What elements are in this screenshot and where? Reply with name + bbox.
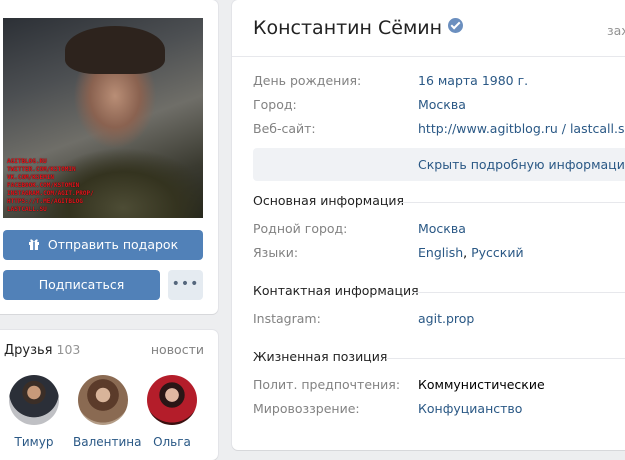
info-label: Мировоззрение: (253, 401, 360, 416)
watermark-line: LASTCALL.SU (7, 206, 47, 213)
info-label: Языки: (253, 245, 299, 260)
watermark-line: AGITBLOG.RU (7, 158, 47, 165)
friend-name[interactable]: Валентина (73, 435, 141, 449)
photo-watermark: AGITBLOG.RU TWITTER.COM/KSTOMIN VK.COM/K… (7, 158, 97, 214)
section-life-position: Жизненная позиция (253, 349, 625, 369)
send-gift-button[interactable]: Отправить подарок (3, 230, 203, 260)
worldview-link[interactable]: Конфуцианство (418, 401, 522, 416)
send-gift-label: Отправить подарок (47, 237, 179, 252)
languages-value: English, Русский (418, 245, 524, 260)
profile-name: Константин Сёмин (253, 17, 443, 39)
profile-photo-card: AGITBLOG.RU TWITTER.COM/KSTOMIN VK.COM/K… (0, 0, 218, 314)
info-row-birthday: День рождения: 16 марта 1980 г. (253, 73, 625, 93)
section-main-info: Основная информация (253, 193, 625, 213)
more-dots-icon: ••• (171, 276, 200, 292)
info-label: Родной город: (253, 221, 348, 236)
watermark-line: HTTPS://T.ME/AGITBLOG (7, 198, 83, 205)
profile-info-card: Константин Сёмин зах День рождения: 16 м… (232, 0, 625, 450)
language-link[interactable]: Русский (471, 245, 523, 260)
info-row-worldview: Мировоззрение: Конфуцианство (253, 401, 625, 421)
info-label: День рождения: (253, 73, 362, 88)
info-row-hometown: Родной город: Москва (253, 221, 625, 241)
info-row-city: Город: Москва (253, 97, 625, 117)
friends-count: 103 (56, 342, 81, 357)
friend-name[interactable]: Тимур (4, 435, 64, 449)
section-divider (386, 358, 625, 359)
info-label: Instagram: (253, 311, 321, 326)
status-link[interactable]: зах (607, 23, 625, 38)
city-link[interactable]: Москва (418, 97, 466, 112)
avatar[interactable] (78, 375, 128, 425)
toggle-details-bar[interactable]: Скрыть подробную информацию (253, 148, 625, 181)
watermark-line: VK.COM/KSEMIN (7, 174, 54, 181)
photo-hair (65, 26, 165, 74)
birthday-link[interactable]: 16 марта 1980 г. (418, 73, 528, 88)
header-divider (232, 56, 625, 57)
watermark-line: TWITTER.COM/KSTOMIN (7, 166, 76, 173)
hide-details-link[interactable]: Скрыть подробную информацию (418, 157, 625, 172)
verified-check-icon[interactable] (448, 18, 464, 33)
friends-title[interactable]: Друзья (4, 343, 53, 358)
section-divider (401, 202, 625, 203)
info-row-website: Веб-сайт: http://www.agitblog.ru / lastc… (253, 121, 625, 141)
friends-card: Друзья 103 новости Тимур Валентина Ольга (0, 330, 218, 460)
language-separator: , (463, 245, 468, 260)
friends-news-link[interactable]: новости (151, 342, 204, 357)
info-row-languages: Языки: English, Русский (253, 245, 625, 265)
political-value: Коммунистические (418, 377, 545, 392)
info-label: Веб-сайт: (253, 121, 316, 136)
friend-item[interactable]: Валентина (73, 375, 141, 449)
subscribe-button[interactable]: Подписаться (3, 270, 160, 300)
info-label: Полит. предпочтения: (253, 377, 401, 392)
profile-photo[interactable]: AGITBLOG.RU TWITTER.COM/KSTOMIN VK.COM/K… (3, 18, 203, 218)
avatar[interactable] (147, 375, 197, 425)
subscribe-label: Подписаться (38, 277, 125, 292)
section-title: Основная информация (253, 193, 405, 208)
section-contact-info: Контактная информация (253, 283, 625, 303)
hometown-link[interactable]: Москва (418, 221, 466, 236)
friend-item[interactable]: Ольга (142, 375, 202, 449)
section-title: Жизненная позиция (253, 349, 388, 364)
friend-item[interactable]: Тимур (4, 375, 64, 449)
watermark-line: FACEBOOK.COM/KSTOMIN (7, 182, 80, 189)
gift-icon (28, 239, 39, 250)
friends-header: Друзья 103 новости (4, 342, 204, 360)
website-link[interactable]: http://www.agitblog.ru / lastcall.su (418, 121, 625, 136)
section-divider (413, 292, 625, 293)
page-title: Константин Сёмин (253, 17, 464, 39)
section-title: Контактная информация (253, 283, 419, 298)
avatar[interactable] (9, 375, 59, 425)
watermark-line: INSTAGRAM.COM/AGIT.PROP/ (7, 190, 94, 197)
info-row-instagram: Instagram: agit.prop (253, 311, 625, 331)
language-link[interactable]: English (418, 245, 463, 260)
info-row-political: Полит. предпочтения: Коммунистические (253, 377, 625, 397)
friend-name[interactable]: Ольга (142, 435, 202, 449)
info-label: Город: (253, 97, 297, 112)
more-actions-button[interactable]: ••• (168, 270, 203, 300)
instagram-link[interactable]: agit.prop (418, 311, 474, 326)
